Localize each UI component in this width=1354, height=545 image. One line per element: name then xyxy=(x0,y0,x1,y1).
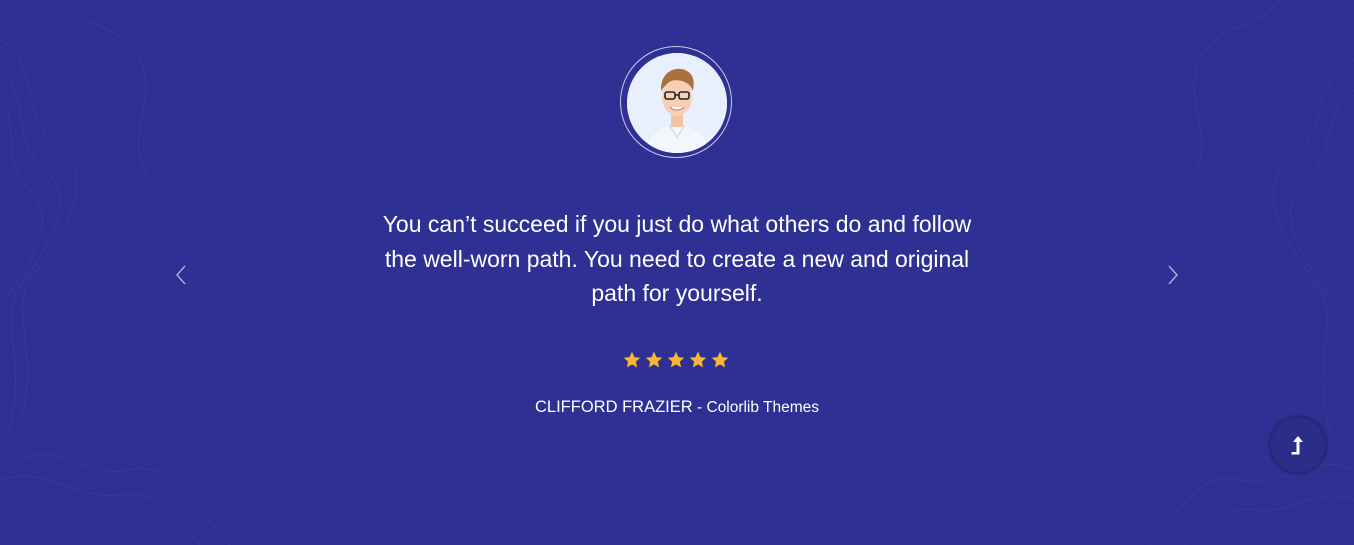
carousel-next-button[interactable] xyxy=(1161,262,1185,288)
chevron-right-icon xyxy=(1168,265,1179,285)
star-icon xyxy=(689,351,707,368)
chevron-left-icon xyxy=(175,265,186,285)
testimonial-author: CLIFFORD FRAZIER - Colorlib Themes xyxy=(0,397,1354,418)
testimonial-quote: You can’t succeed if you just do what ot… xyxy=(382,211,972,306)
author-separator: - xyxy=(692,399,707,416)
author-name: CLIFFORD FRAZIER xyxy=(534,398,693,416)
star-icon xyxy=(667,351,685,368)
arrow-up-icon xyxy=(1291,436,1303,455)
star-icon xyxy=(711,351,729,368)
avatar xyxy=(627,53,727,153)
carousel-prev-button[interactable] xyxy=(169,262,193,288)
scroll-to-top-button[interactable] xyxy=(1271,418,1325,472)
testimonial-slide: You can’t succeed if you just do what ot… xyxy=(0,0,1354,545)
star-icon xyxy=(623,351,641,368)
rating-stars xyxy=(622,350,730,372)
star-icon xyxy=(645,351,663,368)
author-company: Colorlib Themes xyxy=(706,399,820,416)
